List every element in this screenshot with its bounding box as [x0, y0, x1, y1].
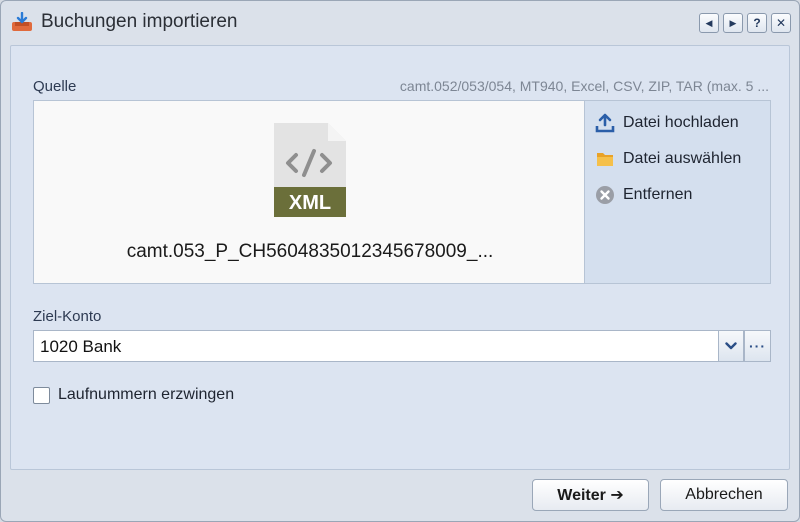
force-sequence-checkbox[interactable] — [33, 386, 50, 404]
force-sequence-label: Laufnummern erzwingen — [58, 386, 235, 403]
xml-file-icon: XML — [274, 123, 346, 217]
close-icon[interactable]: ✕ — [771, 13, 791, 33]
upload-file-button[interactable]: Datei hochladen — [595, 113, 739, 133]
folder-icon — [595, 149, 615, 169]
next-button[interactable]: Weiter ➔ — [532, 479, 649, 511]
file-drop-zone[interactable]: XML camt.053_P_CH5604835012345678009_... — [33, 100, 585, 284]
force-sequence-option[interactable]: Laufnummern erzwingen — [33, 386, 234, 404]
cancel-button[interactable]: Abbrechen — [660, 479, 788, 511]
more-options-button[interactable]: ··· — [744, 330, 771, 362]
source-label: Quelle — [33, 78, 77, 95]
import-dialog: Buchungen importieren ◀ ▶ ? ✕ Quelle cam… — [0, 0, 800, 522]
select-file-button[interactable]: Datei auswählen — [595, 149, 741, 169]
content-panel: Quelle camt.052/053/054, MT940, Excel, C… — [10, 45, 790, 470]
file-name: camt.053_P_CH5604835012345678009_... — [126, 241, 494, 262]
target-account-label: Ziel-Konto — [33, 308, 102, 325]
dialog-title: Buchungen importieren — [41, 11, 238, 32]
upload-icon — [595, 113, 615, 133]
next-icon[interactable]: ▶ — [723, 13, 743, 33]
chevron-down-icon[interactable] — [718, 330, 744, 362]
title-bar[interactable]: Buchungen importieren ◀ ▶ ? ✕ — [1, 1, 799, 43]
remove-file-label: Entfernen — [623, 186, 693, 203]
source-formats-hint: camt.052/053/054, MT940, Excel, CSV, ZIP… — [399, 78, 769, 94]
prev-icon[interactable]: ◀ — [699, 13, 719, 33]
file-type-badge: XML — [289, 192, 331, 214]
target-account-value: 1020 Bank — [40, 337, 122, 356]
file-actions: Datei hochladen Datei auswählen Entferne… — [585, 100, 771, 284]
select-file-label: Datei auswählen — [623, 150, 742, 167]
window-controls: ◀ ▶ ? ✕ — [699, 13, 791, 33]
remove-icon — [595, 185, 615, 205]
remove-file-button[interactable]: Entfernen — [595, 185, 692, 205]
help-icon[interactable]: ? — [747, 13, 767, 33]
target-account-combo[interactable]: 1020 Bank ··· — [33, 330, 771, 362]
import-tray-icon — [12, 12, 32, 31]
upload-file-label: Datei hochladen — [623, 114, 739, 131]
